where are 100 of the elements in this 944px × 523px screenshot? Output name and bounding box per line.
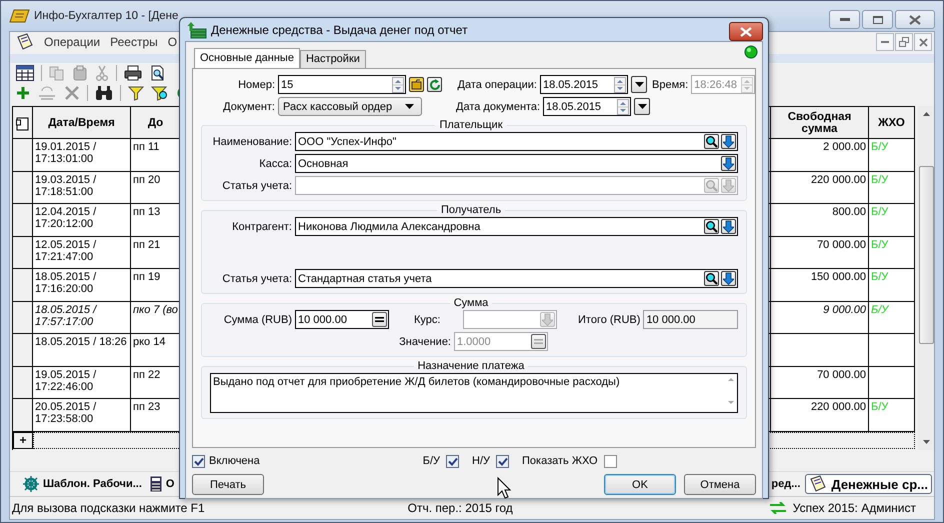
clipboard-icon[interactable] xyxy=(72,65,88,81)
minimize-button[interactable] xyxy=(829,10,860,29)
group-title: Сумма xyxy=(452,297,490,310)
minimize-icon xyxy=(881,40,889,44)
column-header[interactable]: До xyxy=(131,106,181,139)
plus-icon[interactable] xyxy=(16,86,30,100)
window-tab[interactable]: О xyxy=(146,474,178,494)
row-header[interactable] xyxy=(13,334,33,366)
dialog-button[interactable]: OK xyxy=(604,474,676,495)
tab[interactable]: Настройки xyxy=(300,50,366,68)
window-tab[interactable]: Шаблон. Рабочи... xyxy=(20,474,145,494)
column-header[interactable]: Свободная сумма xyxy=(771,106,869,139)
search-button[interactable] xyxy=(704,271,719,286)
field-label: Контрагент: xyxy=(231,220,292,232)
field-label: Статья учета: xyxy=(221,180,292,192)
scroll-down-icon[interactable] xyxy=(922,440,930,444)
spinner-icon[interactable] xyxy=(392,76,404,92)
maximize-button[interactable] xyxy=(862,10,893,29)
close-button[interactable] xyxy=(895,10,935,29)
calculator-button[interactable] xyxy=(372,312,387,327)
checkbox-box[interactable] xyxy=(604,454,617,468)
row-header[interactable] xyxy=(13,139,33,172)
add-row-button[interactable]: + xyxy=(13,432,33,448)
number-field[interactable]: 15 xyxy=(278,75,406,94)
minimize-button[interactable] xyxy=(876,33,894,51)
filter-icon[interactable] xyxy=(128,85,144,101)
date-field[interactable]: 18.05.2015 xyxy=(540,75,628,94)
folder-button[interactable] xyxy=(409,77,424,92)
row-header[interactable] xyxy=(13,399,33,432)
date-field[interactable]: 18.05.2015 xyxy=(543,97,631,116)
row-header[interactable] xyxy=(13,236,33,269)
checkbox[interactable]: Показать ЖХО xyxy=(522,454,617,468)
checkbox-box[interactable] xyxy=(496,454,510,468)
column-header[interactable]: Дата/Время xyxy=(33,106,131,139)
dialog-button[interactable]: Печать xyxy=(192,474,264,495)
close-button[interactable] xyxy=(729,22,763,41)
checkbox-box[interactable] xyxy=(192,454,205,468)
scrollbar[interactable] xyxy=(918,106,934,450)
checkbox-box[interactable] xyxy=(446,454,460,468)
select-button[interactable] xyxy=(721,134,736,149)
dialog-button[interactable]: Отмена xyxy=(684,474,756,495)
table-cell: Б/У xyxy=(869,204,915,236)
app-logo-icon xyxy=(9,8,31,24)
checkbox[interactable]: Включена xyxy=(192,454,260,468)
row-header[interactable] xyxy=(13,172,33,204)
menu-item[interactable]: Реестры xyxy=(110,35,158,49)
scroll-up-icon[interactable] xyxy=(922,112,930,116)
select-button[interactable] xyxy=(721,156,736,171)
restore-icon xyxy=(899,37,909,47)
lookup-field[interactable]: Стандартная статья учета xyxy=(295,269,738,288)
printer-icon[interactable] xyxy=(124,65,142,81)
table-cell: 9 000.00 xyxy=(771,302,869,334)
table-cell: Б/У xyxy=(869,139,915,172)
binoculars-icon[interactable] xyxy=(95,85,113,101)
dropdown-button[interactable] xyxy=(631,76,647,93)
window-tab[interactable]: Денежные ср... xyxy=(805,474,932,494)
select-button[interactable] xyxy=(721,219,736,234)
row-header[interactable] xyxy=(13,204,33,236)
amount-field[interactable]: 10 000.00 xyxy=(295,310,389,329)
window-tab[interactable]: ред... xyxy=(768,474,804,494)
checkbox[interactable]: Б/У xyxy=(422,454,460,468)
field-label: Наименование: xyxy=(212,136,292,148)
total-field[interactable]: 10 000.00 xyxy=(643,310,738,329)
lookup-field[interactable]: Никонова Людмила Александровна xyxy=(295,217,738,236)
checkbox[interactable]: Н/У xyxy=(472,454,510,468)
row-header[interactable] xyxy=(13,302,33,334)
caret-icon xyxy=(634,82,644,88)
menu-item[interactable]: О xyxy=(168,35,178,49)
folder-icon xyxy=(411,79,422,90)
lookup-field[interactable]: Основная xyxy=(295,154,738,173)
close-icon xyxy=(918,38,928,46)
text-area[interactable]: Выдано под отчет для приобретение Ж/Д билетов (командировочные расходы) xyxy=(210,373,738,413)
book-icon xyxy=(16,33,34,51)
scroll-thumb[interactable] xyxy=(918,166,934,344)
refresh-button[interactable] xyxy=(427,77,442,92)
preview-icon[interactable] xyxy=(149,65,165,81)
restore-button[interactable] xyxy=(895,33,913,51)
row-header[interactable] xyxy=(13,269,33,302)
row-header[interactable] xyxy=(13,366,33,399)
document-dropdown[interactable]: Расх кассовый ордер xyxy=(278,97,422,116)
lookup-field[interactable]: ООО "Успех-Инфо" xyxy=(295,132,738,151)
search-button[interactable] xyxy=(704,134,719,149)
dropdown-button[interactable] xyxy=(634,98,650,115)
table-icon[interactable] xyxy=(16,65,34,81)
menu-item[interactable]: Операции xyxy=(44,35,100,49)
column-header[interactable]: ЖХО xyxy=(869,106,915,139)
status-text: Для вызова подсказки нажмите F1 xyxy=(12,501,205,515)
book-icon xyxy=(809,475,828,493)
filter-icon[interactable] xyxy=(151,85,169,101)
caret-icon xyxy=(638,104,646,110)
search-button[interactable] xyxy=(704,219,719,234)
select-button[interactable] xyxy=(721,271,736,286)
field-label: Курс: xyxy=(414,314,442,326)
field-label: Время: xyxy=(652,78,688,90)
status-light-icon xyxy=(744,45,758,59)
table-cell: 18.05.2015 / 17:16:20:00 xyxy=(33,269,131,302)
spinner-icon[interactable] xyxy=(617,98,629,114)
tab[interactable]: Основные данные xyxy=(194,48,300,68)
field-label: Итого (RUB) xyxy=(578,314,640,326)
spinner-icon[interactable] xyxy=(614,76,626,92)
